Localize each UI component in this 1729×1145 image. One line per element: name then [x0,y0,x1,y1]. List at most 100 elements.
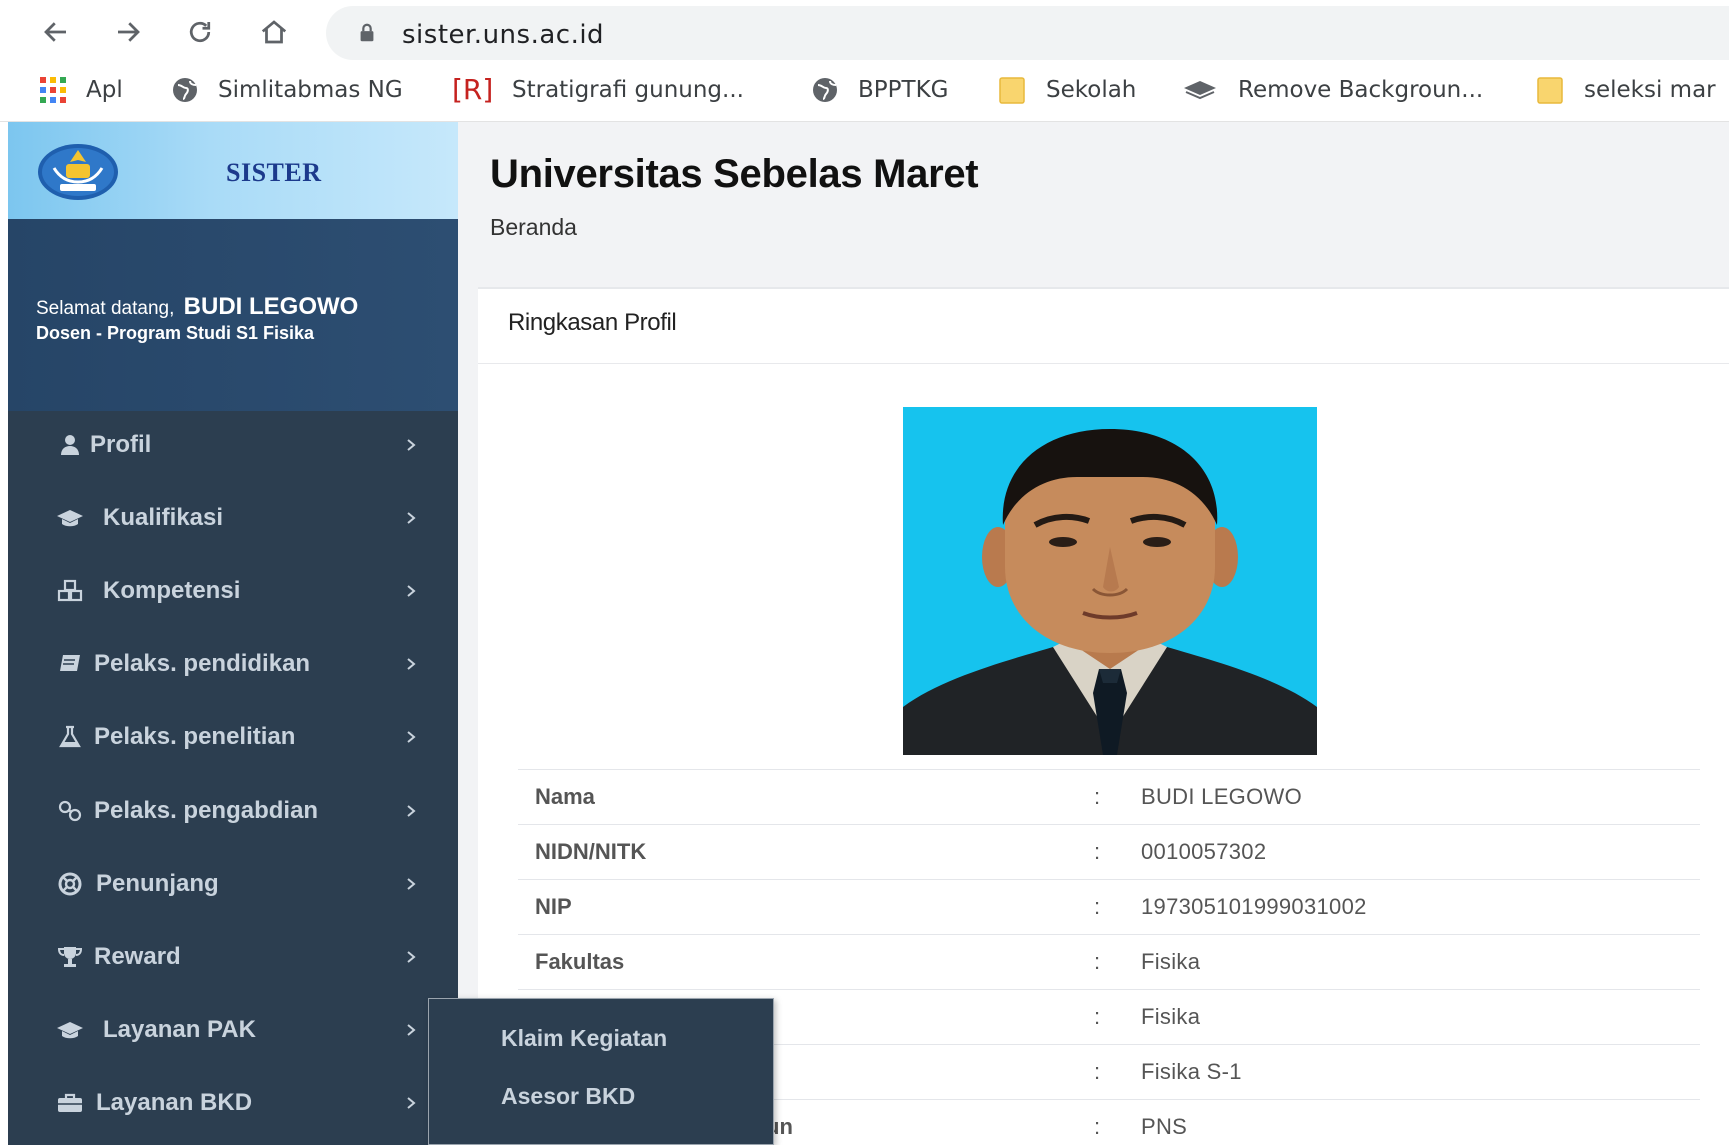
folder-icon [1536,75,1566,105]
card-header: Ringkasan Profil [478,289,1729,364]
user-role: Dosen - Program Studi S1 Fisika [36,323,315,343]
row-value: PNS [1141,1114,1188,1139]
bookmark-label: Remove Backgroun... [1238,77,1484,103]
graduation-cap-icon [57,1022,83,1039]
row-separator: : [1094,1114,1101,1139]
chevron-right-icon [407,439,416,451]
sidebar-item-label: Reward [94,943,181,970]
sidebar-item-kualifikasi[interactable]: Kualifikasi [8,487,458,549]
row-separator: : [1094,784,1101,809]
chevron-right-icon [407,1024,416,1036]
bookmark-label: Sekolah [1046,77,1137,103]
chevron-right-icon [407,731,416,743]
main-content: Universitas Sebelas Maret Beranda Ringka… [458,122,1729,1145]
chevron-right-icon [407,878,416,890]
flask-icon [59,725,81,748]
chevron-right-icon [407,512,416,524]
row-label: Nama [535,784,595,809]
row-value: 0010057302 [1141,839,1267,864]
tut-wuri-handayani-logo[interactable] [36,142,120,202]
table-row: NIDN/NITK : 0010057302 [518,824,1700,879]
apps-grid-icon [38,75,68,105]
page-title: Universitas Sebelas Maret [490,152,979,196]
sidebar-item-label: Pelaks. pendidikan [94,650,311,677]
sidebar: SISTER Selamat datang, BUDI LEGOWO Dosen… [8,122,458,1145]
table-row: Nama : BUDI LEGOWO [518,769,1700,824]
submenu-item-klaim-kegiatan[interactable]: Klaim Kegiatan [501,1025,667,1052]
card-title: Ringkasan Profil [508,309,677,336]
home-icon[interactable] [256,14,292,50]
bookmark-label: Apl [86,77,123,103]
sidebar-item-label: Layanan PAK [103,1016,256,1043]
book-icon [60,655,80,671]
sidebar-item-penunjang[interactable]: Penunjang [8,853,458,915]
app-name: SISTER [226,158,322,187]
sidebar-item-profil[interactable]: Profil [8,414,458,476]
welcome-line: Selamat datang, BUDI LEGOWO [36,293,358,321]
bookmark-label: Simlitabmas NG [218,77,403,103]
sidebar-item-label: Pelaks. pengabdian [94,797,319,824]
row-value: BUDI LEGOWO [1141,784,1302,809]
row-separator: : [1094,1059,1101,1084]
r-bracket-icon: [R] [452,73,494,106]
bookmark-label: BPPTKG [858,77,949,103]
sidebar-item-pelaks-pengabdian[interactable]: Pelaks. pengabdian [8,780,458,842]
url-text: sister.uns.ac.id [402,20,605,50]
welcome-panel: Selamat datang, BUDI LEGOWO Dosen - Prog… [8,219,458,411]
row-value: Fisika [1141,949,1201,974]
row-separator: : [1094,839,1101,864]
bookmark-stratigrafi[interactable]: [R] Stratigrafi gunung... [452,72,744,108]
row-value: 197305101999031002 [1141,894,1367,919]
profile-photo [903,407,1317,755]
bookmark-apps[interactable]: Apl [38,72,123,108]
folder-icon [998,75,1028,105]
sidebar-item-pelaks-penelitian[interactable]: Pelaks. penelitian [8,706,458,768]
layers-icon [1180,75,1220,105]
submenu-item-asesor-bkd[interactable]: Asesor BKD [501,1083,635,1110]
trophy-icon [57,947,83,967]
chevron-right-icon [407,951,416,963]
cubes-icon [57,579,83,602]
sidebar-item-reward[interactable]: Reward [8,926,458,988]
browser-toolbar: sister.uns.ac.id Apl Simlitabmas NG [R] … [0,0,1729,122]
row-separator: : [1094,949,1101,974]
bookmarks-bar: Apl Simlitabmas NG [R] Stratigrafi gunun… [0,66,1729,114]
sidebar-item-layanan-pak[interactable]: Layanan PAK [8,999,458,1061]
bookmark-bpptkg[interactable]: BPPTKG [810,72,948,108]
row-value: Fisika S-1 [1141,1059,1242,1084]
life-ring-icon [58,872,82,896]
table-row: NIP : 197305101999031002 [518,879,1700,934]
briefcase-icon [58,1093,82,1112]
row-separator: : [1094,894,1101,919]
row-label: NIP [535,894,572,919]
sidebar-item-pelaks-pendidikan[interactable]: Pelaks. pendidikan [8,633,458,695]
bookmark-simlitabmas[interactable]: Simlitabmas NG [170,72,403,108]
link-icon [58,800,82,822]
sidebar-item-label: Pelaks. penelitian [94,723,296,750]
bookmark-label: seleksi mar [1584,77,1716,103]
sidebar-item-label: Kompetensi [103,577,241,604]
bookmark-remove-background[interactable]: Remove Backgroun... [1180,72,1483,108]
table-row: Fakultas : Fisika [518,934,1700,989]
sidebar-item-label: Penunjang [96,870,219,897]
sidebar-item-layanan-bkd[interactable]: Layanan BKD [8,1072,458,1134]
graduation-cap-icon [57,510,83,527]
reload-icon[interactable] [182,14,218,50]
chevron-right-icon [407,1097,416,1109]
bookmark-seleksi[interactable]: seleksi mar [1536,72,1716,108]
bookmark-sekolah[interactable]: Sekolah [998,72,1136,108]
chevron-right-icon [407,585,416,597]
sidebar-item-kompetensi[interactable]: Kompetensi [8,560,458,622]
row-separator: : [1094,1004,1101,1029]
address-bar[interactable]: sister.uns.ac.id [326,6,1729,60]
row-label: Fakultas [535,949,625,974]
sidebar-item-label: Profil [90,431,152,458]
row-value: Fisika [1141,1004,1201,1029]
forward-arrow-icon[interactable] [110,14,146,50]
globe-icon [170,75,200,105]
welcome-prefix: Selamat datang, [36,298,175,319]
breadcrumb[interactable]: Beranda [490,214,577,241]
layanan-pak-submenu: Klaim Kegiatan Asesor BKD [428,998,774,1145]
chevron-right-icon [407,658,416,670]
back-arrow-icon[interactable] [38,14,74,50]
